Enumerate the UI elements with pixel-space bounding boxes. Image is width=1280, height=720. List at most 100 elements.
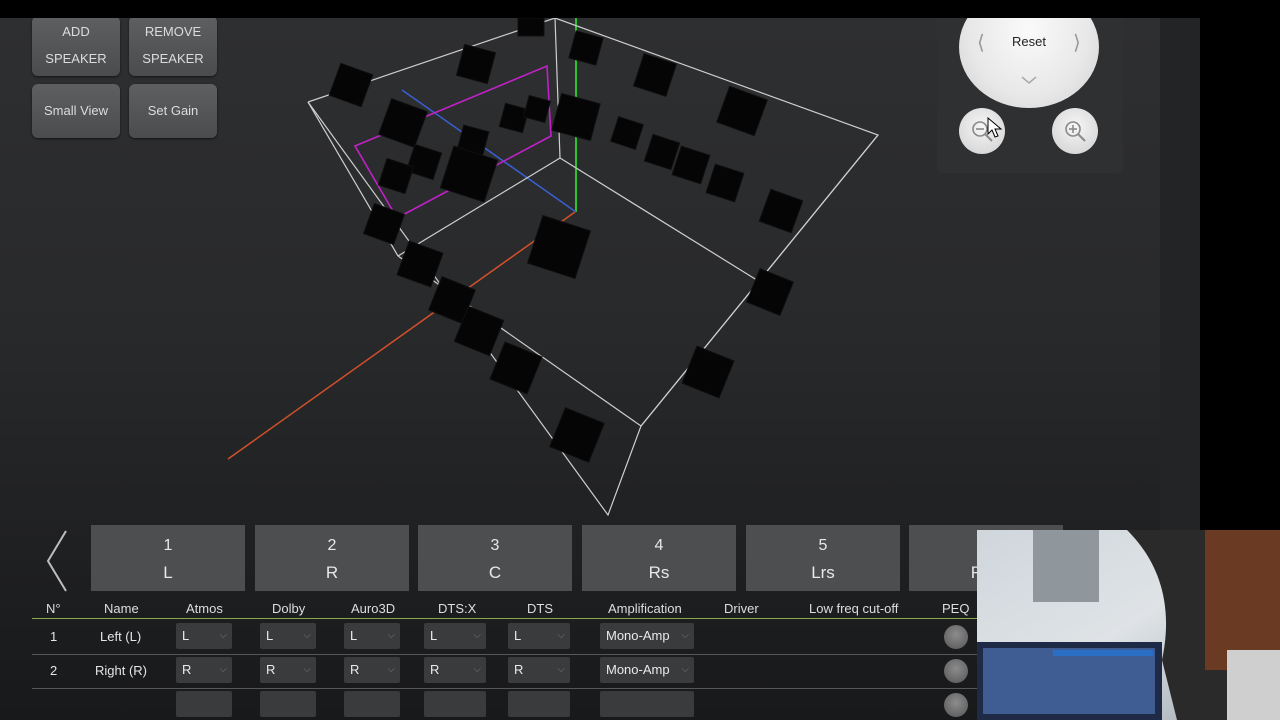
dolby-select[interactable] — [260, 691, 316, 717]
set-gain-button[interactable]: Set Gain — [129, 84, 217, 138]
col-dolby: Dolby — [272, 601, 306, 616]
table-row[interactable] — [32, 688, 977, 720]
speaker-tab-channel: Lrs — [811, 563, 835, 582]
dts-value: R — [514, 662, 524, 677]
speaker-tab-channel: Rs — [648, 563, 670, 582]
zoom-in-button[interactable] — [1052, 108, 1098, 154]
chevron-down-icon: ⌵ — [557, 630, 565, 641]
chevron-down-icon: ⌵ — [219, 630, 227, 641]
speaker-cube[interactable] — [568, 30, 604, 66]
speaker-tab-number: 2 — [327, 537, 337, 554]
rotation-disc[interactable]: ⟨ Reset ⟩ — [959, 18, 1099, 108]
speaker-tab-number: 4 — [654, 537, 664, 554]
speaker-tab-1[interactable]: 1 L — [91, 525, 245, 591]
add-speaker-label-2: SPEAKER — [45, 51, 107, 66]
dtsx-select[interactable] — [424, 691, 486, 717]
chevron-down-icon: ⌵ — [473, 664, 481, 675]
col-low-freq: Low freq cut-off — [809, 601, 899, 616]
speaker-cube[interactable] — [549, 407, 605, 463]
speaker-cubes[interactable] — [328, 18, 804, 463]
dolby-select[interactable]: R ⌵ — [260, 657, 316, 683]
speaker-cube[interactable] — [396, 240, 444, 288]
table-row[interactable]: 2 Right (R) R ⌵ R ⌵ R ⌵ R ⌵ R ⌵ Mono-Amp ⌵ — [32, 654, 977, 689]
speaker-cube[interactable] — [378, 98, 428, 148]
speaker-cube[interactable] — [522, 94, 552, 124]
right-black-strip — [1200, 18, 1280, 530]
atmos-value: R — [182, 662, 192, 677]
atmos-select[interactable]: L ⌵ — [176, 623, 232, 649]
rotate-left-icon[interactable]: ⟨ — [977, 30, 985, 55]
speaker-cube[interactable] — [609, 115, 645, 151]
speaker-tab-5[interactable]: 5 Lrs — [746, 525, 900, 591]
speaker-cube[interactable] — [671, 145, 711, 185]
chevron-down-icon: ⌵ — [681, 664, 689, 675]
chevron-down-icon: ⌵ — [473, 630, 481, 641]
add-speaker-label-1: ADD — [62, 24, 90, 39]
speaker-cube[interactable] — [328, 62, 374, 108]
amplification-value: Mono-Amp — [606, 662, 670, 677]
speaker-cube[interactable] — [758, 188, 804, 234]
speaker-cube[interactable] — [489, 341, 543, 395]
atmos-select[interactable]: R ⌵ — [176, 657, 232, 683]
speaker-cube[interactable] — [498, 102, 530, 134]
remove-speaker-label-1: REMOVE — [144, 24, 202, 39]
dts-select[interactable]: R ⌵ — [508, 657, 570, 683]
amplification-select[interactable]: Mono-Amp ⌵ — [600, 623, 694, 649]
chevron-down-icon: ⌵ — [387, 630, 395, 641]
speaker-cube[interactable] — [362, 202, 406, 246]
tabs-prev-arrow-icon[interactable] — [46, 530, 68, 592]
peq-button[interactable] — [944, 625, 968, 649]
peq-button[interactable] — [944, 693, 968, 717]
speaker-cube[interactable] — [681, 345, 735, 399]
zoom-in-icon — [1065, 121, 1086, 142]
atmos-select[interactable] — [176, 691, 232, 717]
selection-box — [353, 64, 552, 220]
amplification-select[interactable] — [600, 691, 694, 717]
speaker-tab-2[interactable]: 2 R — [255, 525, 409, 591]
speaker-cube[interactable] — [716, 85, 768, 137]
speaker-cube[interactable] — [643, 133, 681, 171]
dolby-select[interactable]: L ⌵ — [260, 623, 316, 649]
speaker-tab-4[interactable]: 4 Rs — [582, 525, 736, 591]
speaker-cube[interactable] — [439, 145, 499, 203]
speaker-cube[interactable] — [745, 267, 795, 317]
auro3d-select[interactable] — [344, 691, 400, 717]
rotate-down-icon[interactable] — [1021, 76, 1037, 84]
col-dts: DTS — [527, 601, 553, 616]
col-name: Name — [104, 601, 139, 616]
dtsx-select[interactable]: R ⌵ — [424, 657, 486, 683]
reset-button[interactable]: Reset — [1009, 34, 1049, 49]
amplification-value: Mono-Amp — [606, 628, 670, 643]
col-number: N° — [46, 601, 61, 616]
add-speaker-button[interactable]: ADD SPEAKER — [32, 18, 120, 76]
speaker-table-header: N° Name Atmos Dolby Auro3D DTS:X DTS Amp… — [32, 598, 977, 619]
speaker-tab-3[interactable]: 3 C — [418, 525, 572, 591]
dtsx-select[interactable]: L ⌵ — [424, 623, 486, 649]
peq-button[interactable] — [944, 659, 968, 683]
remove-speaker-button[interactable]: REMOVE SPEAKER — [129, 18, 217, 76]
webcam-overlay — [977, 530, 1280, 720]
rotate-right-icon[interactable]: ⟩ — [1073, 30, 1081, 55]
speaker-cube[interactable] — [526, 214, 592, 280]
speaker-cube[interactable] — [517, 18, 545, 37]
speaker-tab-number: 5 — [818, 537, 828, 554]
table-row[interactable]: 1 Left (L) L ⌵ L ⌵ L ⌵ L ⌵ L ⌵ Mono-Amp ⌵ — [32, 620, 977, 655]
chevron-down-icon: ⌵ — [219, 664, 227, 675]
row-number: 2 — [50, 663, 58, 678]
dts-select[interactable] — [508, 691, 570, 717]
dolby-value: R — [266, 662, 276, 677]
auro3d-select[interactable]: R ⌵ — [344, 657, 400, 683]
chevron-down-icon: ⌵ — [387, 664, 395, 675]
amplification-select[interactable]: Mono-Amp ⌵ — [600, 657, 694, 683]
dts-select[interactable]: L ⌵ — [508, 623, 570, 649]
speaker-cube[interactable] — [455, 43, 497, 85]
chevron-down-icon: ⌵ — [303, 664, 311, 675]
small-view-button[interactable]: Small View — [32, 84, 120, 138]
auro3d-select[interactable]: L ⌵ — [344, 623, 400, 649]
atmos-value: L — [182, 628, 190, 643]
dtsx-value: R — [430, 662, 440, 677]
col-dtsx: DTS:X — [438, 601, 477, 616]
col-peq: PEQ — [942, 601, 970, 616]
col-auro3d: Auro3D — [351, 601, 396, 616]
speaker-cube[interactable] — [705, 163, 745, 203]
